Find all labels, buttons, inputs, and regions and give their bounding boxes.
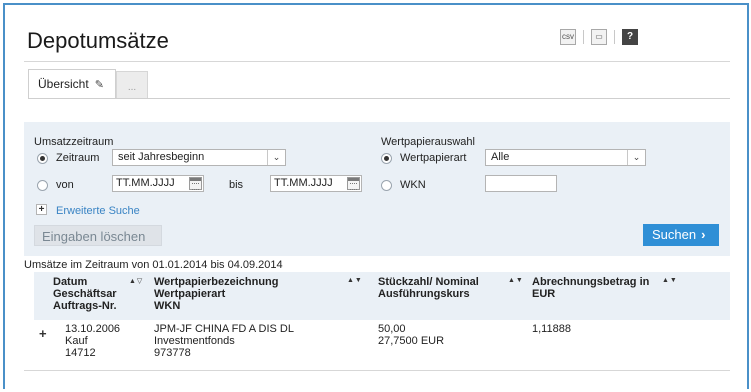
column-header-line: Stückzahl/ Nominal bbox=[378, 276, 479, 288]
column-header-line: Datum bbox=[53, 276, 88, 288]
column-header-line: Ausführungskurs bbox=[378, 288, 470, 300]
chevron-down-icon: ⌄ bbox=[627, 150, 645, 165]
calendar-icon[interactable] bbox=[347, 177, 360, 190]
cell-quantity: 50,00 27,7500 EUR bbox=[378, 323, 444, 347]
table-row: + 13.10.2006 Kauf 14712 JPM-JF CHINA FD … bbox=[34, 320, 730, 370]
column-header-line: Wertpapierbezeichnung bbox=[154, 276, 279, 288]
page-title: Depotumsätze bbox=[27, 28, 169, 53]
from-date-input[interactable]: TT.MM.JJJJ bbox=[112, 175, 204, 192]
chevron-down-icon: ⌄ bbox=[267, 150, 285, 165]
column-header-date[interactable]: Datum Geschäftsar Auftrags-Nr. bbox=[53, 276, 117, 312]
column-header-line: WKN bbox=[154, 300, 181, 312]
reset-button[interactable]: Eingaben löschen bbox=[34, 225, 162, 246]
to-date-value: TT.MM.JJJJ bbox=[274, 177, 333, 189]
period-select-value: seit Jahresbeginn bbox=[118, 151, 205, 163]
cell-line: 50,00 bbox=[378, 323, 406, 335]
security-section-label: Wertpapierauswahl bbox=[381, 136, 475, 148]
cell-line: 1,11888 bbox=[532, 323, 571, 335]
toolbar-divider bbox=[614, 30, 615, 44]
cell-security: JPM-JF CHINA FD A DIS DL Investmentfonds… bbox=[154, 323, 294, 359]
pencil-icon[interactable]: ✎ bbox=[95, 78, 104, 91]
to-label: bis bbox=[229, 179, 244, 191]
cell-line: Kauf bbox=[65, 335, 88, 347]
security-type-radio[interactable] bbox=[381, 153, 392, 164]
from-radio[interactable] bbox=[37, 180, 48, 191]
help-icon[interactable]: ? bbox=[622, 29, 638, 45]
cell-line: Investmentfonds bbox=[154, 335, 235, 347]
from-radio-label: von bbox=[56, 179, 74, 191]
sort-icon[interactable]: ▲▼ bbox=[662, 277, 678, 284]
column-header-line: Wertpapierart bbox=[154, 288, 226, 300]
table-bottom-divider bbox=[24, 370, 730, 371]
column-header-line: Abrechnungsbetrag in bbox=[532, 276, 650, 288]
from-date-value: TT.MM.JJJJ bbox=[116, 177, 175, 189]
period-radio[interactable] bbox=[37, 153, 48, 164]
print-icon[interactable]: ▭ bbox=[591, 29, 607, 45]
advanced-search-link[interactable]: Erweiterte Suche bbox=[56, 205, 140, 217]
security-type-select[interactable]: Alle ⌄ bbox=[485, 149, 646, 166]
cell-amount: 1,11888 bbox=[532, 323, 571, 335]
expand-row-icon[interactable]: + bbox=[39, 326, 47, 341]
search-panel: Umsatzzeitraum Zeitraum seit Jahresbegin… bbox=[24, 122, 730, 256]
search-button[interactable]: Suchen › bbox=[643, 224, 719, 246]
calendar-icon[interactable] bbox=[189, 177, 202, 190]
column-header-line: Geschäftsar bbox=[53, 288, 117, 300]
toolbar-icons: csv ▭ ? bbox=[560, 27, 638, 47]
csv-export-icon[interactable]: csv bbox=[560, 29, 576, 45]
period-radio-label: Zeitraum bbox=[56, 152, 100, 164]
column-header-line: EUR bbox=[532, 288, 556, 300]
cell-line: 27,7500 EUR bbox=[378, 335, 445, 347]
sort-icon[interactable]: ▲▼ bbox=[347, 277, 363, 284]
period-section-label: Umsatzzeitraum bbox=[34, 136, 114, 148]
cell-date: 13.10.2006 Kauf 14712 bbox=[65, 323, 120, 359]
cell-line: JPM-JF CHINA FD A DIS DL bbox=[154, 323, 294, 335]
expand-icon[interactable]: + bbox=[36, 204, 47, 215]
period-select[interactable]: seit Jahresbeginn ⌄ bbox=[112, 149, 286, 166]
window-frame-right bbox=[747, 3, 749, 389]
toolbar-divider bbox=[583, 30, 584, 44]
search-button-label: Suchen bbox=[652, 227, 697, 242]
cell-line: 973778 bbox=[154, 347, 191, 359]
wkn-radio[interactable] bbox=[381, 180, 392, 191]
sort-icon[interactable]: ▲▽ bbox=[129, 277, 143, 285]
security-type-value: Alle bbox=[491, 151, 510, 163]
column-header-amount[interactable]: Abrechnungsbetrag in EUR bbox=[532, 276, 649, 300]
column-header-security[interactable]: Wertpapierbezeichnung Wertpapierart WKN bbox=[154, 276, 278, 312]
sort-icon[interactable]: ▲▼ bbox=[508, 277, 524, 284]
chevron-right-icon: › bbox=[701, 227, 706, 242]
wkn-input[interactable] bbox=[485, 175, 557, 192]
cell-line: 14712 bbox=[65, 347, 96, 359]
tab-more[interactable]: ... bbox=[116, 71, 148, 99]
tab-divider bbox=[28, 98, 730, 99]
results-table-header: Datum Geschäftsar Auftrags-Nr. ▲▽ Wertpa… bbox=[34, 272, 730, 320]
title-divider bbox=[24, 61, 730, 62]
column-header-line: Auftrags-Nr. bbox=[53, 300, 117, 312]
column-header-quantity[interactable]: Stückzahl/ Nominal Ausführungskurs bbox=[378, 276, 479, 300]
security-type-label: Wertpapierart bbox=[400, 152, 467, 164]
cell-line: 13.10.2006 bbox=[65, 323, 121, 335]
tab-uebersicht[interactable]: Übersicht ✎ bbox=[28, 69, 116, 99]
results-range-text: Umsätze im Zeitraum von 01.01.2014 bis 0… bbox=[24, 259, 283, 271]
tab-label: Übersicht bbox=[38, 77, 89, 91]
wkn-radio-label: WKN bbox=[400, 179, 426, 191]
to-date-input[interactable]: TT.MM.JJJJ bbox=[270, 175, 362, 192]
